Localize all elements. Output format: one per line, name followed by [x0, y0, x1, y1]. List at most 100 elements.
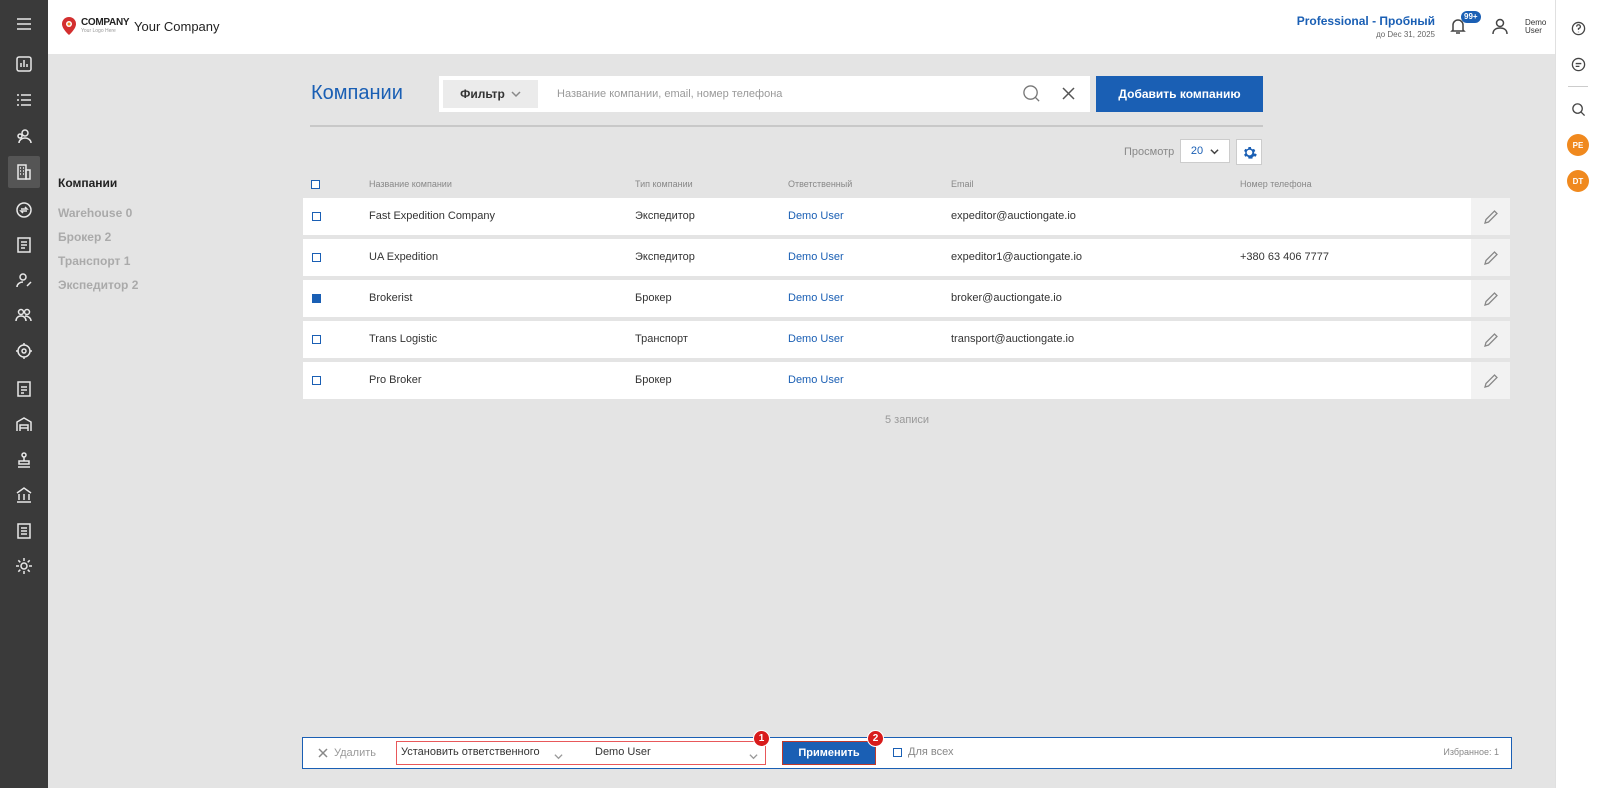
- table-row[interactable]: Trans Logistic Транспорт Demo User trans…: [303, 321, 1510, 358]
- table-row[interactable]: Fast Expedition Company Экспедитор Demo …: [303, 198, 1510, 235]
- row-checkbox[interactable]: [312, 212, 321, 221]
- pencil-icon: [1483, 373, 1498, 388]
- edit-button[interactable]: [1471, 198, 1510, 235]
- page-title: Компании: [311, 82, 403, 104]
- apply-button[interactable]: Применить: [782, 741, 876, 765]
- nav-item-warehouse[interactable]: Warehouse 0: [58, 206, 138, 230]
- table-settings-button[interactable]: [1236, 139, 1262, 165]
- owner-link[interactable]: Demo User: [788, 333, 844, 345]
- records-count: 5 записи: [885, 414, 930, 426]
- column-header-name[interactable]: Название компании: [369, 179, 452, 189]
- table-row[interactable]: UA Expedition Экспедитор Demo User exped…: [303, 239, 1510, 276]
- left-rail: [0, 0, 48, 788]
- view-label: Просмотр: [1124, 146, 1175, 158]
- column-header-phone[interactable]: Номер телефона: [1240, 179, 1312, 189]
- page-size-select[interactable]: 20: [1180, 139, 1230, 163]
- top-header: COMPANY Your Logo Here Your Company Prof…: [48, 0, 1555, 54]
- nav-item-transport[interactable]: Транспорт 1: [58, 254, 138, 278]
- user-edit-icon[interactable]: [8, 264, 40, 296]
- close-icon[interactable]: [1061, 86, 1076, 104]
- favorites-count: Избранное: 1: [1443, 747, 1499, 757]
- row-checkbox[interactable]: [312, 335, 321, 344]
- delete-label: Удалить: [334, 747, 376, 759]
- tasks-icon[interactable]: [8, 84, 40, 116]
- add-company-button[interactable]: Добавить компанию: [1096, 76, 1263, 112]
- bulk-action-group: Установить ответственного Demo User: [396, 741, 766, 765]
- edit-button[interactable]: [1471, 321, 1510, 358]
- notifications-badge: 99+: [1461, 11, 1481, 23]
- nav-item-expeditor[interactable]: Экспедитор 2: [58, 278, 138, 302]
- team-icon[interactable]: [8, 299, 40, 331]
- email-cell: broker@auctiongate.io: [951, 292, 1062, 304]
- contacts-icon[interactable]: [8, 120, 40, 152]
- help-icon[interactable]: [1566, 16, 1590, 40]
- warehouse-icon[interactable]: [8, 408, 40, 440]
- assignee-select[interactable]: Demo User: [595, 746, 651, 758]
- logo-pin-icon: [62, 17, 76, 35]
- edit-button[interactable]: [1471, 280, 1510, 317]
- pencil-icon: [1483, 250, 1498, 265]
- invoice-icon[interactable]: [8, 515, 40, 547]
- email-cell: expeditor1@auctiongate.io: [951, 251, 1083, 263]
- user-settings-icon[interactable]: [8, 335, 40, 367]
- table-row[interactable]: Pro Broker Брокер Demo User: [303, 362, 1510, 399]
- report-icon[interactable]: [8, 373, 40, 405]
- row-checkbox[interactable]: [312, 294, 321, 303]
- row-checkbox[interactable]: [312, 376, 321, 385]
- menu-icon[interactable]: [8, 8, 40, 40]
- search-icon[interactable]: [1566, 97, 1590, 121]
- nav-item-broker[interactable]: Брокер 2: [58, 230, 138, 254]
- filter-label: Фильтр: [460, 87, 505, 101]
- documents-icon[interactable]: [8, 229, 40, 261]
- company-name-cell[interactable]: Fast Expedition Company: [369, 210, 495, 222]
- edit-button[interactable]: [1471, 362, 1510, 399]
- company-name-cell[interactable]: Trans Logistic: [369, 333, 437, 345]
- chevron-down-icon: [511, 91, 521, 98]
- delete-button[interactable]: Удалить: [318, 747, 376, 759]
- owner-link[interactable]: Demo User: [788, 374, 844, 386]
- company-logo[interactable]: COMPANY Your Logo Here: [60, 16, 130, 36]
- owner-link[interactable]: Demo User: [788, 292, 844, 304]
- bank-icon[interactable]: [8, 479, 40, 511]
- avatar-dt[interactable]: DT: [1567, 170, 1589, 192]
- edit-button[interactable]: [1471, 239, 1510, 276]
- row-checkbox[interactable]: [312, 253, 321, 262]
- company-name-cell[interactable]: Brokerist: [369, 292, 412, 304]
- chevron-down-icon[interactable]: [554, 750, 563, 764]
- pencil-icon: [1483, 332, 1498, 347]
- gear-icon: [1243, 146, 1257, 159]
- user-icon[interactable]: [1491, 17, 1511, 37]
- dashboard-icon[interactable]: [8, 48, 40, 80]
- table-row[interactable]: Brokerist Брокер Demo User broker@auctio…: [303, 280, 1510, 317]
- for-all-option[interactable]: Для всех: [893, 746, 953, 758]
- pencil-icon: [1483, 209, 1498, 224]
- user-name[interactable]: Demo User: [1525, 19, 1555, 35]
- companies-icon[interactable]: [8, 156, 40, 188]
- column-header-email[interactable]: Email: [951, 179, 974, 189]
- exchange-icon[interactable]: [8, 194, 40, 226]
- chevron-down-icon[interactable]: [749, 750, 758, 764]
- nav-item-companies[interactable]: Компании: [58, 176, 138, 190]
- company-name-cell[interactable]: Pro Broker: [369, 374, 422, 386]
- column-header-type[interactable]: Тип компании: [635, 179, 693, 189]
- chat-icon[interactable]: [1566, 52, 1590, 76]
- owner-link[interactable]: Demo User: [788, 210, 844, 222]
- select-all-checkbox[interactable]: [311, 180, 320, 189]
- table-header: Название компании Тип компании Ответстве…: [303, 178, 1510, 192]
- stamp-icon[interactable]: [8, 444, 40, 476]
- for-all-checkbox[interactable]: [893, 747, 902, 757]
- filter-button[interactable]: Фильтр: [443, 80, 538, 108]
- step-badge-2: 2: [867, 730, 884, 747]
- plan-info[interactable]: Professional - Пробный до Dec 31, 2025: [1297, 14, 1435, 39]
- search-icon[interactable]: [1022, 84, 1041, 106]
- title-divider: [310, 125, 1263, 127]
- column-header-owner[interactable]: Ответственный: [788, 179, 852, 189]
- settings-icon[interactable]: [8, 550, 40, 582]
- company-name-cell[interactable]: UA Expedition: [369, 251, 438, 263]
- action-select[interactable]: Установить ответственного: [401, 746, 540, 758]
- search-bar: Фильтр: [439, 76, 1090, 112]
- search-input[interactable]: [557, 84, 997, 104]
- plan-title[interactable]: Professional - Пробный: [1297, 14, 1435, 28]
- avatar-pe[interactable]: PE: [1567, 134, 1589, 156]
- owner-link[interactable]: Demo User: [788, 251, 844, 263]
